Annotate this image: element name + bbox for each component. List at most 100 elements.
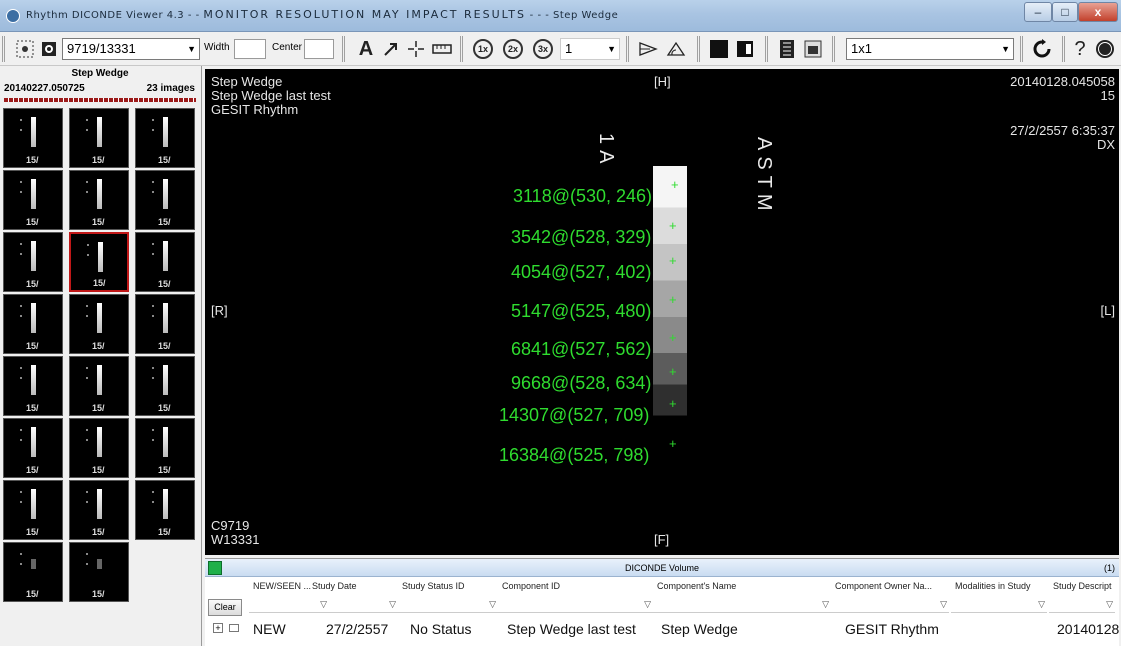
thumbnail[interactable]: 15/ bbox=[3, 108, 63, 168]
column-filter[interactable]: ▽ bbox=[653, 597, 831, 613]
width-input[interactable] bbox=[234, 39, 266, 59]
roi-label[interactable]: 5147@(525, 480) bbox=[511, 301, 651, 322]
invert-black-icon[interactable] bbox=[708, 37, 730, 61]
minimize-button[interactable]: – bbox=[1024, 2, 1052, 22]
roi-label[interactable]: 4054@(527, 402) bbox=[511, 262, 651, 283]
column-header[interactable]: Study Status ID bbox=[402, 581, 465, 591]
invert-split-icon[interactable] bbox=[734, 37, 756, 61]
thumbnail[interactable]: 15/ bbox=[69, 542, 129, 602]
thumbnail[interactable]: 15/ bbox=[3, 542, 63, 602]
image-mode-icon[interactable] bbox=[39, 37, 59, 61]
roi-marker-icon: + bbox=[669, 436, 677, 451]
thumbnail[interactable]: 15/ bbox=[69, 418, 129, 478]
roi-label[interactable]: 3118@(530, 246) bbox=[513, 186, 652, 207]
zoom-2x-button[interactable]: 2x bbox=[500, 37, 526, 61]
image-viewport[interactable]: Step Wedge Step Wedge last test GESIT Rh… bbox=[205, 69, 1119, 555]
expand-row-button[interactable]: + bbox=[213, 623, 223, 633]
thumbnail[interactable]: 15/ bbox=[69, 108, 129, 168]
thumbnail-caption: 15/ bbox=[92, 155, 105, 165]
thumbnail[interactable]: 15/ bbox=[3, 170, 63, 230]
zoom-1x-button[interactable]: 1x bbox=[470, 37, 496, 61]
column-header[interactable]: Modalities in Study bbox=[955, 581, 1031, 591]
crosshair-icon[interactable] bbox=[405, 37, 427, 61]
filter-funnel-icon[interactable]: ▽ bbox=[489, 599, 496, 610]
column-header[interactable]: Component Owner Na... bbox=[835, 581, 932, 591]
thumbnail[interactable]: 15/ bbox=[135, 294, 195, 354]
layout-select[interactable]: 1x1 ▼ bbox=[846, 38, 1014, 60]
clear-filter-button[interactable]: Clear bbox=[208, 599, 242, 616]
thumbnail-caption: 15/ bbox=[26, 155, 39, 165]
filter-funnel-icon[interactable]: ▽ bbox=[644, 599, 651, 610]
row-description[interactable]: 20140128 bbox=[1057, 621, 1119, 637]
column-filter[interactable]: ▽ bbox=[498, 597, 653, 613]
roi-marker-icon: + bbox=[669, 396, 677, 411]
overlay-toggle-icon[interactable] bbox=[776, 37, 798, 61]
thumbnail[interactable]: 15/ bbox=[135, 232, 195, 292]
thumbnail[interactable]: 15/ bbox=[3, 356, 63, 416]
help-button[interactable]: ? bbox=[1070, 37, 1090, 61]
column-header[interactable]: Study Descript bbox=[1053, 581, 1112, 591]
column-filter[interactable]: ▽ bbox=[308, 597, 398, 613]
filter-funnel-icon[interactable]: ▽ bbox=[822, 599, 829, 610]
row-status-id[interactable]: No Status bbox=[410, 621, 471, 637]
roi-marker-icon: + bbox=[669, 364, 677, 379]
thumbnail[interactable]: 15/ bbox=[3, 418, 63, 478]
row-component-name[interactable]: Step Wedge bbox=[661, 621, 738, 637]
roi-label[interactable]: 16384@(525, 798) bbox=[499, 445, 649, 466]
ruler-icon[interactable] bbox=[430, 37, 454, 61]
row-owner[interactable]: GESIT Rhythm bbox=[845, 621, 939, 637]
reset-icon[interactable] bbox=[1030, 37, 1054, 61]
column-filter[interactable]: ▽ bbox=[1049, 597, 1115, 613]
flip-horizontal-icon[interactable] bbox=[636, 37, 660, 61]
roi-label[interactable]: 14307@(527, 709) bbox=[499, 405, 649, 426]
thumbnail[interactable]: 15/ bbox=[69, 356, 129, 416]
roi-label[interactable]: 9668@(528, 634) bbox=[511, 373, 651, 394]
roi-marker-icon: + bbox=[669, 253, 677, 268]
row-component-id[interactable]: Step Wedge last test bbox=[507, 621, 636, 637]
thumbnail[interactable]: 15/ bbox=[3, 294, 63, 354]
thumbnail[interactable]: 15/ bbox=[69, 294, 129, 354]
row-study-date[interactable]: 27/2/2557 bbox=[326, 621, 388, 637]
roi-marker-icon: + bbox=[669, 292, 677, 307]
column-filter[interactable]: ▽ bbox=[398, 597, 498, 613]
column-header[interactable]: Component ID bbox=[502, 581, 560, 591]
column-header[interactable]: Component's Name bbox=[657, 581, 736, 591]
thumbnail[interactable]: 15/ bbox=[135, 356, 195, 416]
thumbnail[interactable]: 15/ bbox=[69, 170, 129, 230]
thumbnail[interactable]: 15/ bbox=[135, 108, 195, 168]
rotate-icon[interactable] bbox=[664, 37, 688, 61]
thumbnail[interactable]: 15/ bbox=[135, 418, 195, 478]
zoom-level-select[interactable]: 1 ▼ bbox=[560, 38, 620, 60]
column-header[interactable]: Study Date bbox=[312, 581, 357, 591]
image-index-select[interactable]: 9719/13331 ▼ bbox=[62, 38, 200, 60]
column-header[interactable]: NEW/SEEN ... bbox=[253, 581, 311, 591]
zoom-1x-icon: 1x bbox=[473, 39, 493, 59]
orientation-top: [H] bbox=[654, 74, 671, 89]
filter-funnel-icon[interactable]: ▽ bbox=[389, 599, 396, 610]
report-icon[interactable] bbox=[802, 37, 824, 61]
center-input[interactable] bbox=[304, 39, 334, 59]
text-annotation-button[interactable]: A bbox=[356, 37, 376, 61]
thumbnail[interactable]: 15/ bbox=[135, 480, 195, 540]
filter-funnel-icon[interactable]: ▽ bbox=[940, 599, 947, 610]
title-bar: Rhythm DICONDE Viewer 4.3 - - MONITOR RE… bbox=[0, 0, 1121, 32]
arrow-annotation-icon[interactable] bbox=[380, 37, 402, 61]
row-status[interactable]: NEW bbox=[253, 621, 286, 637]
orientation-left: [R] bbox=[211, 303, 228, 318]
column-filter[interactable]: ▽ bbox=[951, 597, 1047, 613]
thumbnail-caption: 15/ bbox=[158, 155, 171, 165]
thumbnail[interactable]: 15/ bbox=[69, 232, 129, 292]
roi-label[interactable]: 3542@(528, 329) bbox=[511, 227, 651, 248]
filter-funnel-icon[interactable]: ▽ bbox=[1106, 599, 1113, 610]
thumbnail[interactable]: 15/ bbox=[135, 170, 195, 230]
filter-funnel-icon[interactable]: ▽ bbox=[1038, 599, 1045, 610]
thumbnail[interactable]: 15/ bbox=[3, 232, 63, 292]
zoom-3x-button[interactable]: 3x bbox=[530, 37, 556, 61]
close-button[interactable]: x bbox=[1078, 2, 1118, 22]
column-filter[interactable]: ▽ bbox=[831, 597, 949, 613]
series-select-icon[interactable] bbox=[14, 37, 36, 61]
maximize-button[interactable]: □ bbox=[1052, 2, 1078, 22]
roi-label[interactable]: 6841@(527, 562) bbox=[511, 339, 651, 360]
thumbnail[interactable]: 15/ bbox=[3, 480, 63, 540]
thumbnail[interactable]: 15/ bbox=[69, 480, 129, 540]
